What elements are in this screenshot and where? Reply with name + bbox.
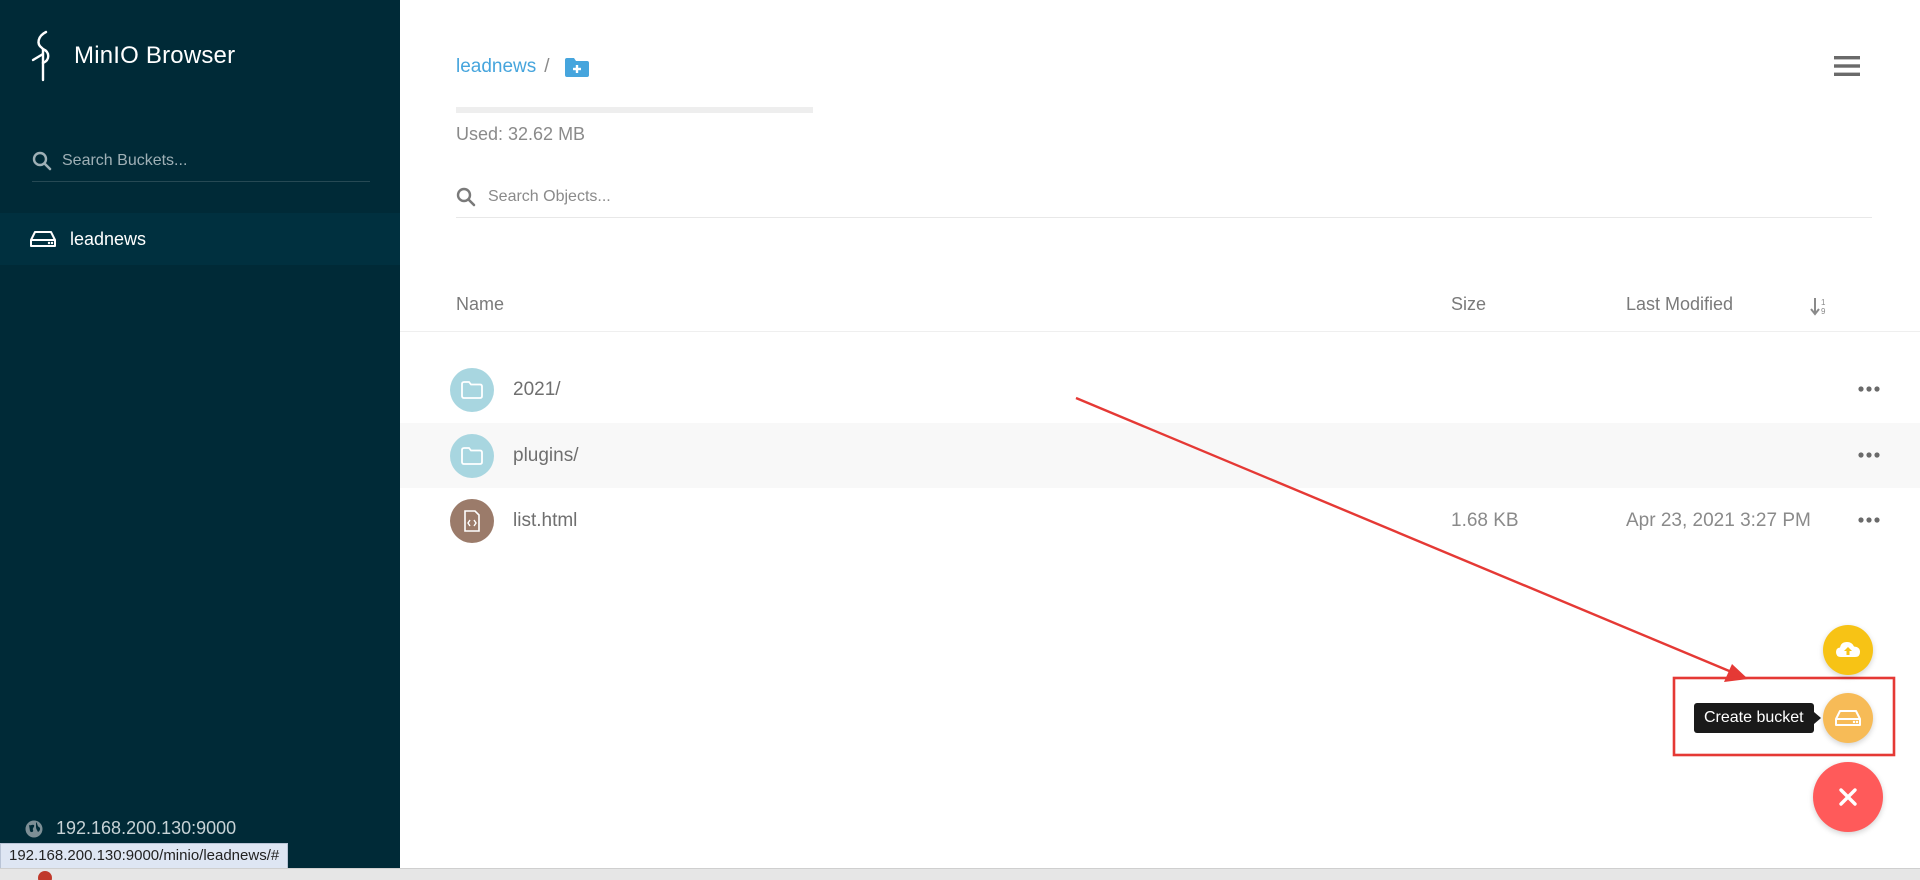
column-name[interactable]: Name	[456, 294, 504, 315]
new-folder-icon[interactable]	[564, 56, 590, 78]
more-options-icon[interactable]	[1856, 510, 1882, 530]
upload-file-button[interactable]	[1823, 625, 1873, 675]
more-options-icon[interactable]	[1856, 379, 1882, 399]
search-icon	[32, 151, 52, 170]
breadcrumb: leadnews /	[456, 56, 590, 78]
sidebar-item-label: leadnews	[70, 228, 147, 249]
hamburger-menu-icon[interactable]	[1834, 54, 1860, 78]
usage-progress-bar	[456, 107, 813, 113]
bucket-search	[32, 140, 370, 182]
code-file-icon	[450, 499, 494, 543]
svg-text:9: 9	[1821, 307, 1826, 316]
object-search-input[interactable]	[488, 187, 1088, 206]
logo: MinIO Browser	[28, 30, 235, 82]
table-row[interactable]: 2021/	[400, 357, 1920, 422]
row-size: 1.68 KB	[1451, 510, 1519, 531]
create-bucket-tooltip: Create bucket	[1694, 703, 1821, 733]
object-search	[456, 176, 1872, 218]
bucket-search-input[interactable]	[62, 151, 352, 170]
minio-logo-icon	[31, 30, 50, 82]
app-title: MinIO Browser	[74, 42, 236, 69]
table-row[interactable]: list.html 1.68 KB Apr 23, 2021 3:27 PM	[400, 488, 1920, 553]
hard-drive-icon	[1835, 710, 1861, 726]
cloud-upload-icon	[1836, 642, 1860, 657]
taskbar-strip	[0, 868, 1920, 880]
usage-progress-fill	[456, 107, 813, 113]
folder-icon	[450, 368, 494, 412]
annotation-arrowhead	[1724, 664, 1748, 682]
status-bar-url: 192.168.200.130:9000/minio/leadnews/#	[0, 843, 289, 869]
close-icon	[1839, 788, 1857, 806]
more-options-icon[interactable]	[1856, 445, 1882, 465]
breadcrumb-bucket[interactable]: leadnews	[456, 56, 536, 78]
folder-icon	[450, 434, 494, 478]
column-last-modified[interactable]: Last Modified	[1626, 294, 1733, 315]
host-info: 192.168.200.130:9000	[24, 818, 236, 839]
sort-icon[interactable]: 1 9	[1810, 296, 1828, 316]
globe-icon	[25, 820, 43, 837]
svg-text:1: 1	[1821, 298, 1826, 307]
app-icon	[38, 871, 52, 880]
hard-drive-icon	[30, 231, 56, 247]
create-bucket-button[interactable]	[1823, 693, 1873, 743]
host-address: 192.168.200.130:9000	[56, 818, 237, 838]
column-size[interactable]: Size	[1451, 294, 1486, 315]
usage-text: Used: 32.62 MB	[456, 124, 586, 144]
minio-browser-app: MinIO Browser leadnews 19	[0, 0, 1920, 880]
close-fab-button[interactable]	[1813, 762, 1883, 832]
row-name[interactable]: 2021/	[513, 379, 561, 401]
sidebar: MinIO Browser leadnews 19	[0, 0, 400, 868]
sidebar-item-leadnews[interactable]: leadnews	[0, 213, 400, 265]
row-name[interactable]: plugins/	[513, 445, 579, 467]
row-modified: Apr 23, 2021 3:27 PM	[1626, 510, 1811, 531]
search-icon	[456, 187, 476, 206]
breadcrumb-separator: /	[544, 56, 550, 77]
table-header: Name Size Last Modified	[400, 288, 1920, 332]
row-name[interactable]: list.html	[513, 510, 577, 532]
table-row[interactable]: plugins/	[400, 423, 1920, 488]
